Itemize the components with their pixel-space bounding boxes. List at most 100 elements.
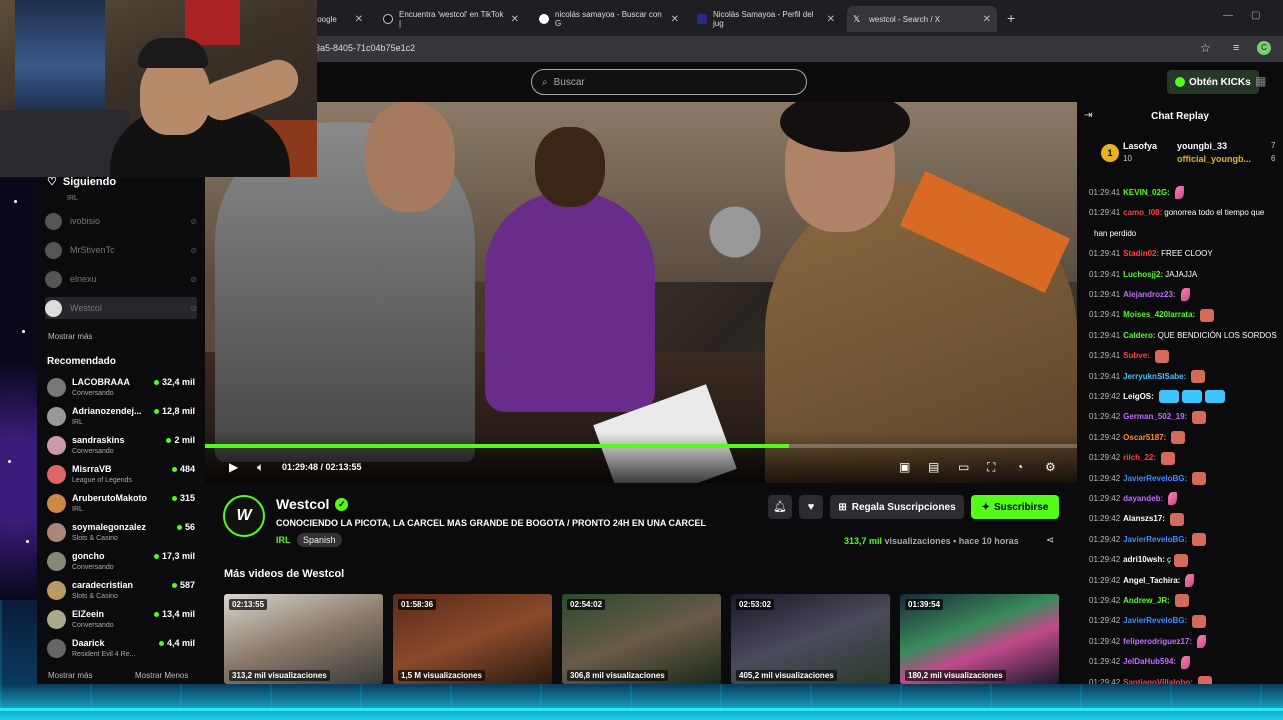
chat-username[interactable]: Oscar5187:	[1123, 433, 1166, 442]
bookmark-star-icon[interactable]: ☆	[1200, 41, 1211, 55]
url-text[interactable]: 3a5-8405-71c04b75e1c2	[315, 43, 415, 53]
chat-username[interactable]: JerryuknSISabe:	[1123, 372, 1186, 381]
theater-mode-icon[interactable]: ▭	[958, 460, 969, 474]
recommended-channel[interactable]: ElZeein Conversando 13,4 mil	[47, 607, 197, 635]
sidebar-item-westcol[interactable]: Westcol ⊘	[45, 297, 197, 319]
show-more-recommended[interactable]: Mostrar más	[48, 671, 92, 680]
show-less-recommended[interactable]: Mostrar Menos	[135, 671, 188, 680]
chat-username[interactable]: JavierReveloBG:	[1123, 616, 1187, 625]
badge-emote-icon	[1181, 390, 1202, 404]
chat-username[interactable]: LeigOS:	[1123, 392, 1154, 401]
tab-search-icon[interactable]: ≡	[1233, 42, 1239, 54]
channel-category: Conversando	[72, 390, 114, 397]
recommended-channel[interactable]: soymalegonzalez Slots & Casino 56	[47, 520, 197, 548]
chat-message: 01:29:42 LeigOS:	[1089, 390, 1279, 404]
notification-bell-button[interactable]: 🔔︎	[768, 495, 792, 519]
recommended-channel[interactable]: AruberutoMakoto IRL 315	[47, 491, 197, 519]
sidebar-item-mrstiventc[interactable]: MrStivenTc ⊘	[45, 239, 197, 261]
chat-timestamp: 01:29:41	[1089, 188, 1121, 197]
new-tab-button[interactable]: +	[1007, 10, 1015, 26]
volume-icon[interactable]: 🔈︎	[257, 460, 264, 475]
chat-timestamp: 01:29:42	[1089, 473, 1121, 483]
channel-name: ElZeein	[72, 609, 105, 619]
close-icon[interactable]: ✕	[671, 14, 679, 25]
chat-username[interactable]: JavierReveloBG:	[1123, 535, 1187, 544]
chat-username[interactable]: KEVIN_02G:	[1123, 188, 1170, 197]
recommended-channel[interactable]: Adrianozendej... IRL 12,8 mil	[47, 404, 197, 432]
chat-username[interactable]: Stadin02:	[1123, 249, 1159, 258]
fullscreen-icon[interactable]: ⛶	[987, 460, 995, 475]
chat-timestamp: 01:29:42	[1089, 412, 1121, 422]
get-kicks-button[interactable]: Obtén KICKs	[1167, 70, 1259, 94]
video-thumbnail[interactable]: 02:53:02 405,2 mil visualizaciones	[731, 594, 890, 684]
profile-avatar[interactable]: C	[1257, 41, 1271, 55]
chat-username[interactable]: dayandeb:	[1123, 494, 1163, 503]
recommended-channel[interactable]: LACOBRAAA Conversando 32,4 mil	[47, 375, 197, 403]
play-icon[interactable]: ▶	[229, 460, 238, 474]
video-thumbnail[interactable]: 02:54:02 306,8 mil visualizaciones	[562, 594, 721, 684]
tab-player-profile[interactable]: Nicolás Samayoa - Perfil del jug ✕	[691, 6, 841, 32]
sidebar-item-elnexu[interactable]: elnexu ⊘	[45, 268, 197, 290]
share-icon[interactable]: ⋖	[1046, 535, 1054, 546]
search-input[interactable]: ⌕ Buscar	[531, 69, 807, 95]
gift-subscriptions-button[interactable]: ⊞ Regala Suscripciones	[830, 495, 964, 519]
show-more-following[interactable]: Mostrar más	[48, 332, 92, 341]
close-icon[interactable]: ✕	[511, 14, 519, 25]
minimize-icon[interactable]: —	[1223, 10, 1233, 21]
follow-heart-button[interactable]: ♥	[799, 495, 823, 519]
tab-google-search[interactable]: nicolás samayoa - Buscar con G ✕	[533, 6, 685, 32]
video-player[interactable]: ▶ 🔈︎ 01:29:48 / 02:13:55 ▣ ▤ ▭ ⛶ ◔ ⚙	[205, 102, 1077, 483]
chat-username[interactable]: JavierReveloBG:	[1123, 474, 1187, 483]
chat-username[interactable]: Alanszs17:	[1123, 514, 1165, 523]
chat-message: 01:29:42 Andrew_JR:	[1089, 594, 1279, 608]
progress-bar[interactable]	[205, 444, 1077, 448]
tab-tiktok[interactable]: Encuentra 'westcol' en TikTok | ✕	[377, 6, 525, 32]
user-menu-icon[interactable]: ▦	[1255, 74, 1266, 88]
maximize-icon[interactable]: ▢	[1251, 10, 1260, 21]
recommended-channel[interactable]: Daarick Resident Evil 4 Re... 4,4 mil	[47, 636, 197, 664]
tab-x-search[interactable]: 𝕏 westcol - Search / X ✕	[847, 6, 997, 32]
chat-message: 01:29:42 JavierReveloBG:	[1089, 533, 1279, 547]
chat-username[interactable]: Alejandroz23:	[1123, 290, 1175, 299]
clip-icon[interactable]: ▤	[928, 460, 939, 474]
stream-category[interactable]: IRL	[276, 535, 291, 545]
language-tag[interactable]: Spanish	[297, 533, 342, 547]
chat-username[interactable]: rilch_22:	[1123, 453, 1156, 462]
face-emote-icon	[1174, 594, 1189, 608]
chat-username[interactable]: Moises_420larrata:	[1123, 310, 1195, 319]
chat-username[interactable]: Andrew_JR:	[1123, 596, 1170, 605]
chat-username[interactable]: adri10wsh:	[1123, 555, 1165, 564]
chat-text: ç	[1166, 555, 1171, 565]
recommended-channel[interactable]: sandraskins Conversando 2 mil	[47, 433, 197, 461]
subscribe-button[interactable]: ✦ Suscribirse	[971, 495, 1059, 519]
recommended-channel[interactable]: caradecristian Slots & Casino 587	[47, 578, 197, 606]
sidebar-item-ivobisio[interactable]: ivobisio ⊘	[45, 210, 197, 232]
video-thumbnail[interactable]: 01:39:54 180,2 mil visualizaciones	[900, 594, 1059, 684]
viewer-count: 32,4 mil	[154, 377, 195, 387]
viewer-count: 315	[172, 493, 195, 503]
speed-icon[interactable]: ◔	[1016, 460, 1023, 474]
close-icon[interactable]: ✕	[827, 14, 835, 25]
chat-timestamp: 01:29:42	[1089, 677, 1121, 684]
channel-name[interactable]: Westcol ✓	[276, 496, 349, 512]
chat-username[interactable]: Luchosjj2:	[1123, 270, 1163, 279]
chat-username[interactable]: feliperodriguez17:	[1123, 637, 1192, 646]
chat-username[interactable]: JelDaHub594:	[1123, 657, 1176, 666]
miniplayer-icon[interactable]: ▣	[899, 460, 910, 474]
chat-username[interactable]: SantiagoVillalobo:	[1123, 678, 1193, 684]
stream-info: W Westcol ✓ CONOCIENDO LA PICOTA, LA CAR…	[205, 483, 1077, 684]
chat-username[interactable]: Subve:	[1123, 351, 1150, 360]
channel-avatar[interactable]: W	[223, 495, 265, 537]
chat-username[interactable]: Angel_Tachira:	[1123, 576, 1180, 585]
settings-gear-icon[interactable]: ⚙	[1045, 460, 1056, 474]
chat-username[interactable]: camo_l08:	[1123, 208, 1162, 217]
chat-username[interactable]: German_502_19:	[1123, 412, 1187, 421]
video-thumbnail[interactable]: 01:58:36 1,5 M visualizaciones	[393, 594, 552, 684]
chat-title: Chat Replay	[1151, 110, 1209, 122]
close-icon[interactable]: ✕	[983, 14, 991, 25]
recommended-channel[interactable]: MisrraVB League of Legends 484	[47, 462, 197, 490]
close-icon[interactable]: ✕	[355, 14, 363, 25]
chat-username[interactable]: Caldero:	[1123, 331, 1155, 340]
video-thumbnail[interactable]: 02:13:55 313,2 mil visualizaciones	[224, 594, 383, 684]
recommended-channel[interactable]: goncho Conversando 17,3 mil	[47, 549, 197, 577]
